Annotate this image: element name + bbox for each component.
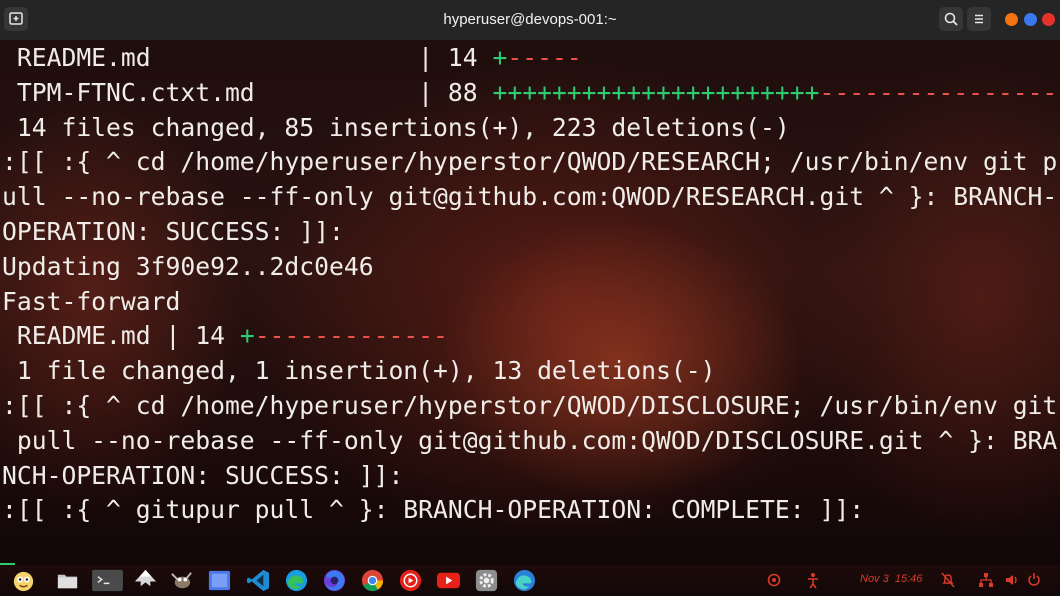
terminal-line-text: :[[ :{ ^ cd /home/hyperuser/hyperstor/QW… xyxy=(2,391,1058,420)
files-icon[interactable] xyxy=(55,568,80,593)
edge-icon[interactable] xyxy=(284,568,309,593)
youtube-music-icon[interactable] xyxy=(398,568,423,593)
terminal-new-tab-icon xyxy=(9,12,23,25)
vscode-icon[interactable] xyxy=(246,568,271,593)
terminal-line: 14 files changed, 85 insertions(+), 223 … xyxy=(2,110,790,145)
power-icon[interactable] xyxy=(1027,571,1041,589)
inkscape-icon[interactable] xyxy=(133,568,158,593)
terminal-line: ull --no-rebase --ff-only git@github.com… xyxy=(2,179,1057,214)
minimize-button[interactable] xyxy=(1005,13,1018,26)
diffstat-insertions: + xyxy=(492,43,508,72)
terminal-line: OPERATION: SUCCESS: ]]: xyxy=(2,214,344,249)
terminal-titlebar: hyperuser@devops-001:~ xyxy=(0,0,1060,40)
hamburger-menu-icon xyxy=(975,14,983,24)
terminal-line: :[[ :{ ^ cd /home/hyperuser/hyperstor/QW… xyxy=(2,144,1057,179)
volume-icon[interactable] xyxy=(1004,571,1020,589)
chrome-icon[interactable] xyxy=(360,568,385,593)
settings-icon[interactable] xyxy=(474,568,499,593)
terminal-line: TPM-FTNC.ctxt.md | 88 ++++++++++++++++++… xyxy=(2,75,1060,110)
new-tab-button[interactable] xyxy=(4,7,28,31)
maximize-button[interactable] xyxy=(1024,13,1037,26)
terminal-line-text: NCH-OPERATION: SUCCESS: ]]: xyxy=(2,460,404,490)
terminal-line: 1 file changed, 1 insertion(+), 13 delet… xyxy=(2,353,716,388)
edge-dev-icon[interactable] xyxy=(512,568,537,593)
clock[interactable]: Nov 3 15:46 xyxy=(860,573,922,585)
app-launcher-icon[interactable] xyxy=(11,568,36,593)
terminal-line-text: README.md | 14 xyxy=(2,321,240,351)
terminal-line-text: Fast-forward xyxy=(2,286,181,316)
terminal-line-text: ull --no-rebase --ff-only git@github.com… xyxy=(2,182,1058,212)
search-icon xyxy=(944,12,958,26)
terminal-line: README.md | 14 +------------- xyxy=(2,318,448,353)
terminal-line-text: 1 file changed, 1 insertion(+), 13 delet… xyxy=(2,356,716,386)
network-icon[interactable] xyxy=(766,571,782,589)
diffstat-deletions: ----- xyxy=(507,43,582,72)
terminal-line-text: 14 files changed, 85 insertions(+), 223 … xyxy=(2,112,790,142)
workspace-icon[interactable] xyxy=(207,568,232,593)
terminal-line-text: OPERATION: SUCCESS: ]]: xyxy=(2,217,344,246)
window-title: hyperuser@devops-001:~ xyxy=(443,11,617,28)
close-button[interactable] xyxy=(1042,13,1055,26)
terminal-icon[interactable] xyxy=(91,568,124,593)
search-button[interactable] xyxy=(939,7,963,31)
terminal-line-text: TPM-FTNC.ctxt.md | 88 xyxy=(2,77,493,107)
diffstat-deletions: ------------------------- xyxy=(819,77,1060,107)
terminal-line: :[[ :{ ^ cd /home/hyperuser/hyperstor/QW… xyxy=(2,388,1057,423)
terminal-line: README.md | 14 +----- xyxy=(2,40,582,75)
terminal-line-text: README.md | 14 xyxy=(2,43,493,72)
taskbar: Nov 3 15:46 xyxy=(0,565,1060,596)
youtube-icon[interactable] xyxy=(436,568,461,593)
terminal-line-text: :[[ :{ ^ cd /home/hyperuser/hyperstor/QW… xyxy=(2,147,1058,177)
terminal-line: Fast-forward xyxy=(2,284,180,319)
terminal-line: :[[ :{ ^ gitupur pull ^ }: BRANCH-OPERAT… xyxy=(2,492,864,527)
diffstat-deletions: ------------- xyxy=(254,321,448,351)
firefox-icon[interactable] xyxy=(322,568,347,593)
notifications-muted-icon[interactable] xyxy=(941,571,955,589)
terminal-output[interactable]: README.md | 14 +----- TPM-FTNC.ctxt.md |… xyxy=(0,40,1060,565)
terminal-line: NCH-OPERATION: SUCCESS: ]]: xyxy=(2,458,403,493)
diffstat-insertions: ++++++++++++++++++++++ xyxy=(492,77,820,107)
diffstat-insertions: + xyxy=(239,321,255,351)
terminal-line-text: :[[ :{ ^ gitupur pull ^ }: BRANCH-OPERAT… xyxy=(2,495,865,525)
terminal-line: Updating 3f90e92..2dc0e46 xyxy=(2,249,374,284)
desktop: hyperuser@devops-001:~ README.md | 14 +-… xyxy=(0,0,1060,596)
gimp-icon[interactable] xyxy=(169,568,194,593)
terminal-line: pull --no-rebase --ff-only git@github.co… xyxy=(2,423,1057,458)
network-wired-icon[interactable] xyxy=(978,571,994,589)
terminal-line-text: pull --no-rebase --ff-only git@github.co… xyxy=(2,425,1058,455)
accessibility-icon[interactable] xyxy=(806,571,820,589)
terminal-line-text: Updating 3f90e92..2dc0e46 xyxy=(2,251,374,281)
menu-button[interactable] xyxy=(967,7,991,31)
